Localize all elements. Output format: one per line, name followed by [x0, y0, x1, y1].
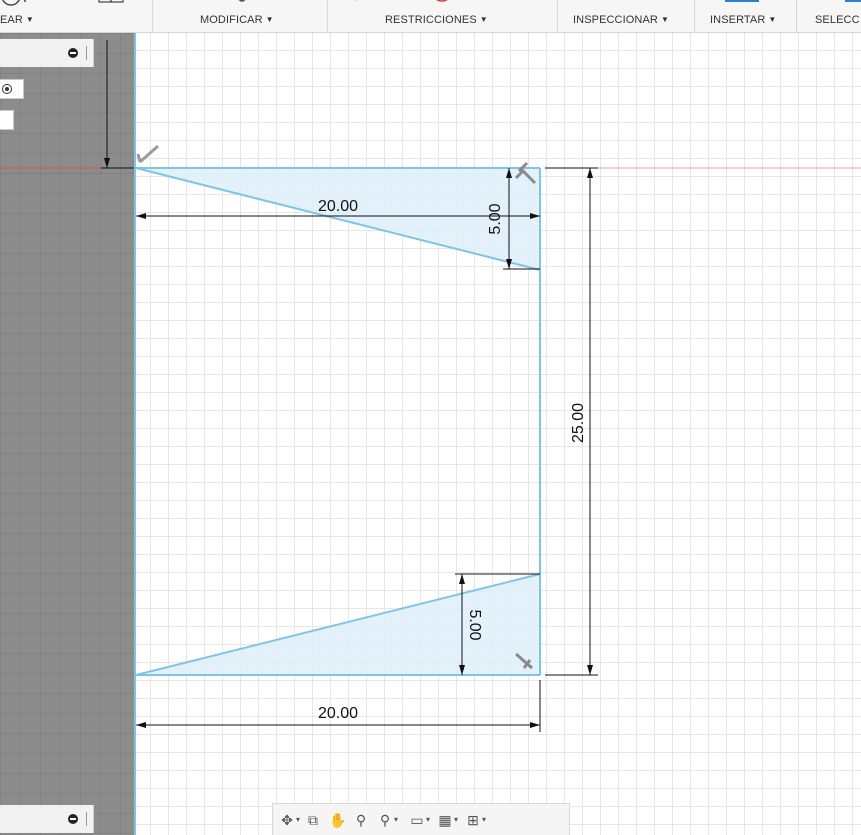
dimension-top-height[interactable]: 5.00 — [487, 203, 504, 234]
sketch-overlay[interactable]: 20.00 5.00 25.00 5.00 20.00 — [0, 0, 861, 835]
chevron-down-icon[interactable]: ▾ — [394, 812, 398, 828]
dimension-total-height[interactable]: 25.00 — [570, 403, 587, 443]
display-settings-icon[interactable]: ▭ — [409, 812, 425, 828]
pan-icon[interactable]: ✋ — [329, 812, 346, 828]
dimension-bottom-height[interactable]: 5.00 — [466, 609, 483, 640]
grid-settings-icon[interactable]: ▦ — [437, 812, 453, 828]
chevron-down-icon[interactable]: ▾ — [482, 812, 486, 828]
fit-icon[interactable]: ⚲ — [377, 812, 393, 828]
look-at-icon[interactable]: ⧉ — [305, 812, 321, 828]
chevron-down-icon[interactable]: ▾ — [426, 812, 430, 828]
orbit-icon[interactable]: ✥ — [279, 812, 295, 828]
dimension-bottom-width[interactable]: 20.00 — [318, 705, 358, 722]
dimension-top-width[interactable]: 20.00 — [318, 198, 358, 215]
chevron-down-icon[interactable]: ▾ — [296, 812, 300, 828]
origin-constraint-icon[interactable] — [136, 144, 159, 164]
zoom-icon[interactable]: ⚲ — [353, 812, 369, 828]
navigation-bar: ✥ ▾ ⧉ ✋ ⚲ ⚲ ▾ ▭ ▾ ▦ ▾ ⊞ ▾ — [272, 803, 570, 835]
viewports-icon[interactable]: ⊞ — [465, 812, 481, 828]
chevron-down-icon[interactable]: ▾ — [454, 812, 458, 828]
